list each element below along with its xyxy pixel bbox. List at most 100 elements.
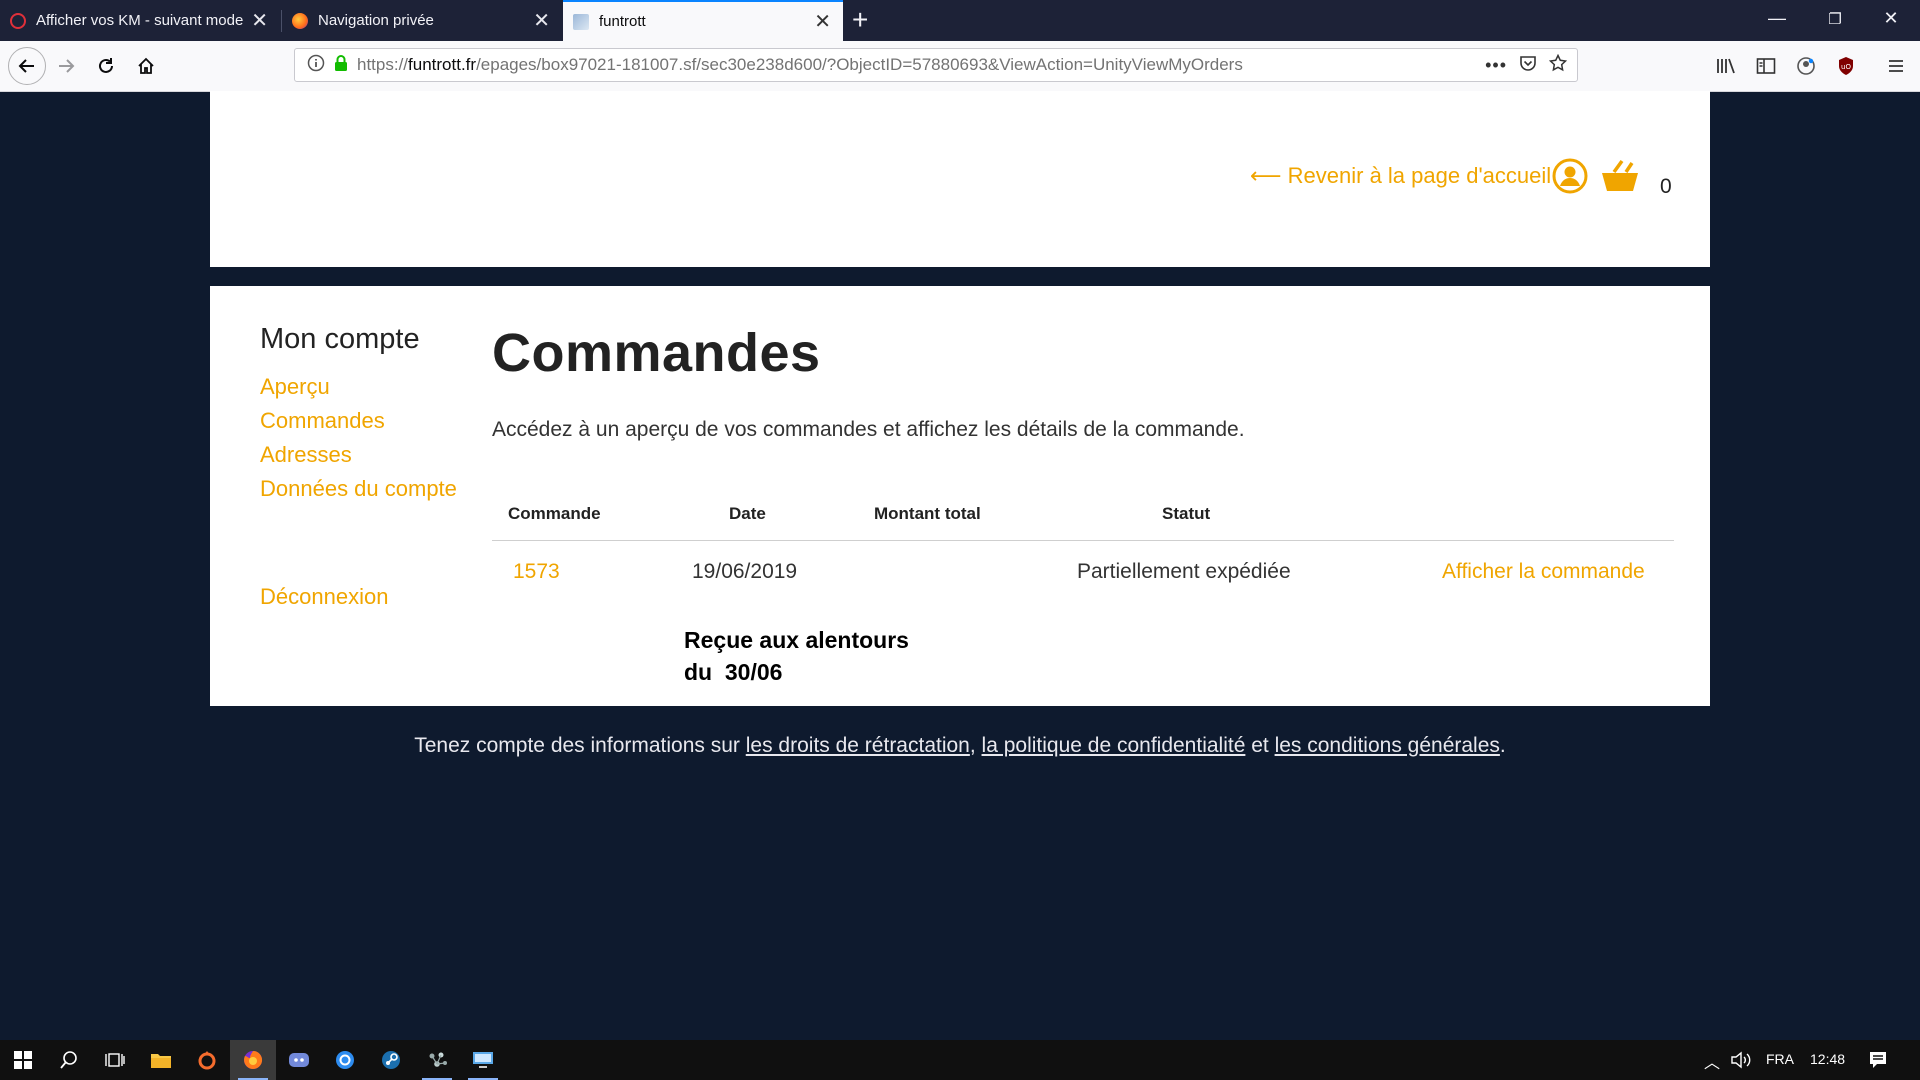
home-icon — [138, 57, 154, 74]
volume-icon[interactable] — [1730, 1050, 1752, 1075]
tab-navigation-privee[interactable]: Navigation privée ✕ — [282, 0, 562, 41]
logout-link[interactable]: Déconnexion — [260, 584, 388, 610]
back-button[interactable] — [8, 47, 46, 85]
page-actions-icon[interactable]: ••• — [1485, 55, 1507, 76]
folder-icon — [151, 1054, 171, 1068]
back-to-home-link[interactable]: ⟵ Revenir à la page d'accueil — [1250, 163, 1551, 189]
column-header-commande: Commande — [508, 504, 601, 523]
close-tab-icon[interactable]: ✕ — [251, 11, 268, 31]
opera-icon — [10, 12, 26, 29]
sidebar-item-adresses[interactable]: Adresses — [260, 442, 352, 468]
system-clock[interactable]: 12:48 — [1810, 1051, 1845, 1067]
file-explorer-button[interactable] — [138, 1040, 184, 1080]
forward-arrow-icon — [59, 59, 75, 73]
column-header-date: Date — [729, 504, 766, 523]
svg-text:uO: uO — [1841, 63, 1851, 71]
close-window-icon[interactable]: ✕ — [1876, 8, 1906, 29]
order-status: Partiellement expédiée — [1077, 560, 1291, 583]
network-app-button[interactable] — [414, 1040, 460, 1080]
firefox-icon — [292, 12, 308, 29]
reload-icon — [99, 58, 113, 73]
bookmark-star-icon[interactable] — [1548, 53, 1568, 77]
tab-title: Navigation privée — [318, 12, 434, 29]
privacy-policy-link[interactable]: la politique de confidentialité — [982, 734, 1246, 757]
discord-icon — [289, 1053, 309, 1067]
windows-logo-icon — [14, 1051, 32, 1069]
search-icon — [60, 1051, 77, 1069]
footer-suffix: . — [1499, 734, 1506, 757]
tab-strip: Afficher vos KM - suivant mode ✕ Navigat… — [0, 0, 1920, 41]
account-sidebar-title: Mon compte — [260, 323, 420, 355]
order-date: 19/06/2019 — [692, 560, 798, 583]
funtrott-icon — [573, 13, 589, 30]
sidebar-button[interactable] — [1750, 50, 1782, 82]
lock-icon[interactable] — [333, 54, 349, 77]
origin-icon — [198, 1051, 216, 1070]
firefox-icon — [244, 1050, 263, 1069]
tab-funtrott[interactable]: funtrott ✕ — [563, 0, 843, 41]
new-tab-button[interactable]: + — [852, 6, 868, 34]
minimize-icon[interactable]: — — [1762, 8, 1792, 29]
terms-conditions-link[interactable]: les conditions générales — [1275, 734, 1500, 757]
forward-button[interactable] — [50, 50, 82, 82]
action-center-icon[interactable] — [1868, 1050, 1888, 1075]
footer-separator: , — [969, 734, 982, 757]
sidebar-item-apercu[interactable]: Aperçu — [260, 374, 330, 400]
start-button[interactable] — [0, 1040, 46, 1080]
info-icon[interactable] — [307, 54, 325, 77]
firefox-taskbar-button[interactable] — [230, 1040, 276, 1080]
library-icon — [1717, 58, 1735, 74]
page-description: Accédez à un aperçu de vos commandes et … — [492, 418, 1245, 441]
footer-legal-text: Tenez compte des informations sur les dr… — [0, 734, 1920, 758]
redacted-amount — [932, 558, 1042, 586]
back-arrow-icon — [18, 59, 34, 73]
tab-title: funtrott — [599, 13, 646, 30]
tab-title: Afficher vos KM - suivant mode — [36, 12, 244, 29]
sidebar-item-donnees-compte[interactable]: Données du compte — [260, 476, 457, 502]
hamburger-menu-icon — [1889, 60, 1903, 72]
ublock-shield-icon: uO — [1839, 57, 1853, 75]
sidebar-icon — [1756, 58, 1776, 74]
task-view-button[interactable] — [92, 1040, 138, 1080]
withdrawal-rights-link[interactable]: les droits de rétractation — [746, 734, 970, 757]
origin-button[interactable] — [184, 1040, 230, 1080]
user-account-icon[interactable] — [1552, 158, 1588, 199]
tray-overflow-icon[interactable]: ︿ — [1704, 1049, 1720, 1073]
windows-taskbar: ︿ FRA 12:48 — [0, 1040, 1920, 1080]
molecule-icon — [429, 1052, 447, 1067]
footer-prefix: Tenez compte des informations sur — [414, 734, 746, 757]
steam-icon — [382, 1051, 400, 1069]
remote-desktop-button[interactable] — [460, 1040, 506, 1080]
ublock-button[interactable]: uO — [1830, 50, 1862, 82]
url-text[interactable]: https://funtrott.fr/epages/box97021-1810… — [357, 55, 1475, 75]
cart-count: 0 — [1660, 175, 1672, 198]
close-tab-icon[interactable]: ✕ — [814, 12, 831, 32]
view-order-link[interactable]: Afficher la commande — [1442, 560, 1645, 584]
restore-icon[interactable]: ❐ — [1820, 10, 1850, 28]
search-button[interactable] — [46, 1040, 92, 1080]
tab-afficher-vos-km[interactable]: Afficher vos KM - suivant mode ✕ — [0, 0, 280, 41]
site-header: ⟵ Revenir à la page d'accueil 0 — [210, 91, 1710, 267]
menu-button[interactable] — [1880, 50, 1912, 82]
library-button[interactable] — [1710, 50, 1742, 82]
uplay-button[interactable] — [322, 1040, 368, 1080]
pocket-icon[interactable] — [1519, 54, 1537, 77]
discord-button[interactable] — [276, 1040, 322, 1080]
reload-button[interactable] — [90, 50, 122, 82]
monitor-icon — [473, 1052, 493, 1068]
url-prefix: https:// — [357, 55, 409, 74]
task-view-icon — [105, 1053, 125, 1067]
address-bar[interactable]: https://funtrott.fr/epages/box97021-1810… — [294, 48, 1578, 82]
steam-button[interactable] — [368, 1040, 414, 1080]
column-header-statut: Statut — [1162, 504, 1211, 523]
input-language-indicator[interactable]: FRA — [1766, 1051, 1794, 1067]
close-tab-icon[interactable]: ✕ — [533, 11, 550, 31]
shopping-basket-icon[interactable] — [1600, 159, 1640, 198]
order-number-link[interactable]: 1573 — [513, 560, 560, 584]
page-title: Commandes — [492, 323, 821, 383]
home-button[interactable] — [130, 50, 162, 82]
sidebar-item-commandes[interactable]: Commandes — [260, 408, 385, 434]
column-header-montant-total: Montant total — [874, 504, 981, 523]
extension-button[interactable] — [1790, 50, 1822, 82]
table-divider — [492, 540, 1674, 541]
